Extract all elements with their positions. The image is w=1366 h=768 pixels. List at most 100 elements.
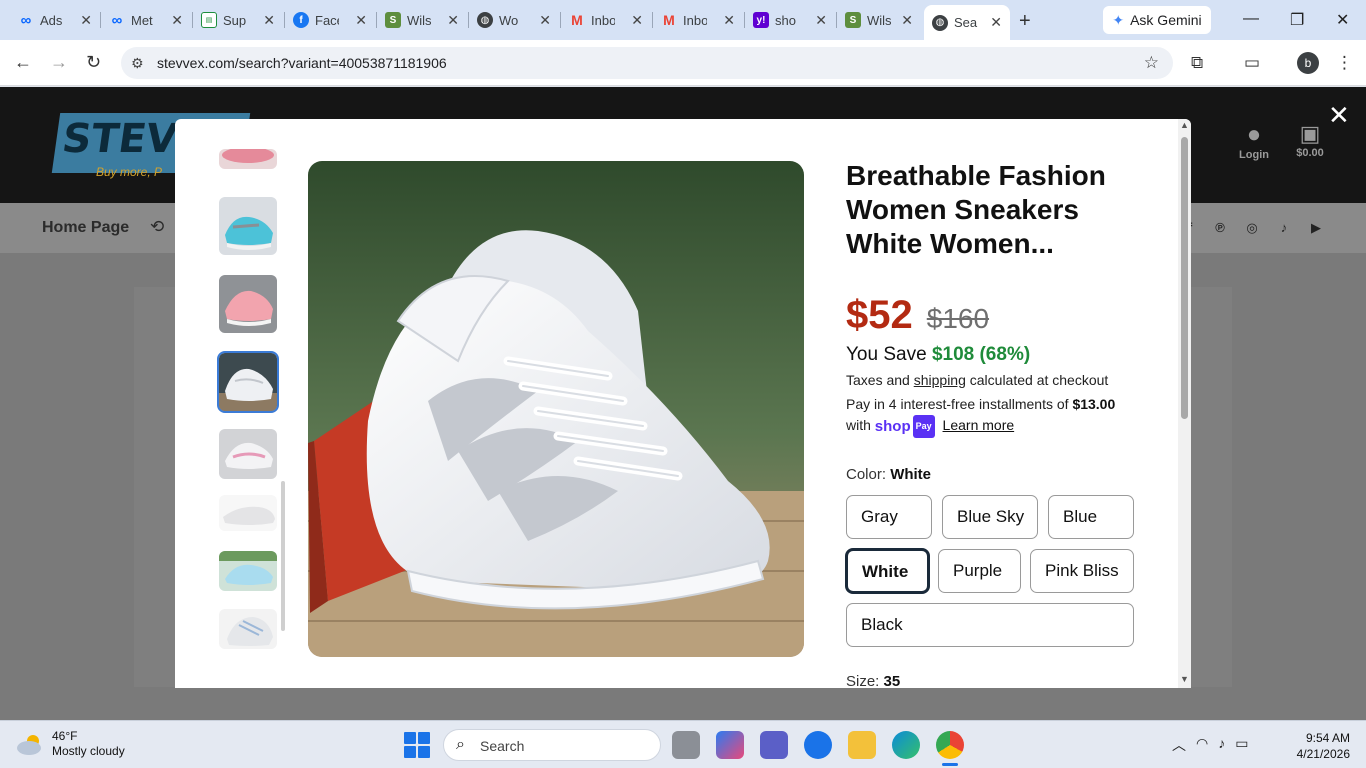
gemini-sparkle-icon: ✦	[1112, 11, 1125, 28]
browser-tab-active[interactable]: ◍ Sea ✕	[924, 5, 1010, 40]
main-product-image[interactable]	[308, 161, 804, 657]
site-info-icon[interactable]: ⚙	[131, 55, 144, 72]
thumbnail-image[interactable]	[219, 275, 277, 333]
color-option-blue[interactable]: Blue	[1048, 495, 1134, 539]
minimize-icon[interactable]: —	[1243, 10, 1259, 28]
login-link[interactable]: ● Login	[1232, 121, 1276, 161]
close-tab-icon[interactable]: ✕	[171, 12, 183, 29]
nav-home-link[interactable]: Home Page	[42, 219, 129, 237]
close-tab-icon[interactable]: ✕	[80, 12, 92, 29]
history-icon[interactable]: ⟲	[150, 217, 164, 237]
tab-title: Wils	[867, 12, 891, 28]
browser-tab[interactable]: S Wils ✕	[377, 6, 467, 34]
color-label-text: Color:	[846, 466, 887, 483]
shopify-icon: S	[385, 12, 401, 28]
close-tab-icon[interactable]: ✕	[263, 12, 275, 29]
browser-tab[interactable]: ∞ Met ✕	[101, 6, 191, 34]
close-tab-icon[interactable]: ✕	[990, 14, 1002, 31]
lightblue-sneaker-thumb	[219, 551, 277, 591]
weather-desc: Mostly cloudy	[52, 744, 125, 758]
task-view-icon[interactable]	[672, 731, 700, 759]
installment-with: with	[846, 417, 871, 434]
bookmark-star-icon[interactable]: ☆	[1144, 53, 1159, 73]
copilot-icon[interactable]	[716, 731, 744, 759]
color-selected-value: White	[890, 466, 932, 483]
product-title: Breathable Fashion Women Sneakers White …	[846, 160, 1106, 259]
extensions-icon[interactable]: ⧉	[1191, 53, 1203, 73]
close-window-icon[interactable]: ✕	[1336, 10, 1349, 30]
cart-bag-icon: ▣	[1299, 121, 1321, 146]
close-tab-icon[interactable]: ✕	[631, 12, 643, 29]
chrome-icon[interactable]	[936, 731, 964, 766]
thumbnail-scrollbar[interactable]	[281, 481, 285, 631]
close-tab-icon[interactable]: ✕	[447, 12, 459, 29]
back-icon[interactable]: ←	[14, 52, 32, 73]
color-option-white[interactable]: White	[846, 549, 929, 593]
color-option-gray[interactable]: Gray	[846, 495, 932, 539]
weather-widget[interactable]: 46°F Mostly cloudy	[16, 729, 125, 759]
close-modal-icon[interactable]: ✕	[1328, 100, 1350, 131]
tiktok-icon[interactable]: ♪	[1274, 218, 1294, 238]
thumbnail-image[interactable]	[219, 609, 277, 649]
thumbnail-image[interactable]	[219, 149, 277, 169]
browser-tab[interactable]: y! sho ✕	[745, 6, 835, 34]
browser-tab[interactable]: f Face ✕	[285, 6, 375, 34]
pinterest-icon[interactable]: ℗	[1210, 218, 1230, 238]
taskbar-clock[interactable]: 9:54 AM 4/21/2026	[1290, 730, 1350, 762]
thumbnail-image[interactable]	[219, 197, 277, 255]
size-label-text: Size:	[846, 673, 880, 688]
cart-link[interactable]: ▣ $0.00	[1290, 121, 1330, 159]
new-tab-icon[interactable]: +	[1019, 10, 1031, 33]
battery-icon[interactable]: ▭	[1235, 735, 1248, 755]
close-tab-icon[interactable]: ✕	[539, 12, 551, 29]
close-tab-icon[interactable]: ✕	[723, 12, 735, 29]
color-option-pink-bliss[interactable]: Pink Bliss	[1030, 549, 1134, 593]
modal-scrollbar[interactable]: ▲ ▼	[1178, 119, 1191, 688]
savings-amount: $108 (68%)	[931, 344, 1031, 365]
forward-icon[interactable]: →	[50, 52, 68, 73]
thumbnail-image-selected[interactable]	[217, 351, 279, 413]
white-sole-thumb	[219, 495, 277, 531]
browser-tab[interactable]: S Wils ✕	[837, 6, 921, 34]
browser-tab[interactable]: M Inbo ✕	[653, 6, 743, 34]
thumbnail-image[interactable]	[219, 429, 277, 479]
teams-icon[interactable]	[760, 731, 788, 759]
close-tab-icon[interactable]: ✕	[901, 12, 913, 29]
learn-more-link[interactable]: Learn more	[943, 417, 1015, 433]
file-explorer-icon[interactable]	[848, 731, 876, 759]
instagram-icon[interactable]: ◎	[1242, 218, 1262, 238]
thumbnail-image[interactable]	[219, 551, 277, 591]
youtube-icon[interactable]: ▶	[1306, 218, 1326, 238]
help-icon[interactable]	[804, 731, 832, 759]
address-bar[interactable]: ⚙ stevvex.com/search?variant=40053871181…	[121, 47, 1173, 79]
tab-search-icon[interactable]: ▭	[1244, 53, 1260, 73]
volume-icon[interactable]: ♪	[1218, 735, 1225, 755]
chevron-up-icon[interactable]: ︿	[1172, 735, 1186, 755]
color-option-blue-sky[interactable]: Blue Sky	[942, 495, 1038, 539]
gmail-icon: M	[571, 12, 583, 28]
pink-sneaker-thumb	[219, 149, 277, 169]
close-tab-icon[interactable]: ✕	[815, 12, 827, 29]
login-label: Login	[1239, 149, 1269, 161]
scroll-up-arrow-icon[interactable]: ▲	[1180, 120, 1189, 130]
browser-tab[interactable]: ∞ Ads ✕	[10, 6, 100, 34]
browser-tab[interactable]: ▤ Sup ✕	[193, 6, 283, 34]
restore-icon[interactable]: ❐	[1290, 10, 1304, 30]
profile-avatar[interactable]: b	[1297, 52, 1319, 74]
taskbar-search[interactable]: ⌕ Search	[443, 729, 661, 761]
shipping-link[interactable]: shipping	[914, 372, 966, 388]
start-button[interactable]	[404, 732, 430, 758]
browser-tab[interactable]: ◍ Wo ✕	[469, 6, 559, 34]
color-option-purple[interactable]: Purple	[938, 549, 1021, 593]
ask-gemini-button[interactable]: ✦ Ask Gemini	[1103, 6, 1211, 34]
menu-kebab-icon[interactable]: ⋮	[1336, 53, 1353, 73]
color-option-black[interactable]: Black	[846, 603, 1134, 647]
scroll-down-arrow-icon[interactable]: ▼	[1180, 674, 1189, 684]
scrollbar-thumb[interactable]	[1181, 137, 1188, 419]
close-tab-icon[interactable]: ✕	[355, 12, 367, 29]
thumbnail-image[interactable]	[219, 495, 277, 531]
reload-icon[interactable]: ↻	[86, 52, 101, 73]
edge-icon[interactable]	[892, 731, 920, 759]
wifi-icon[interactable]: ◠	[1196, 735, 1208, 755]
browser-tab[interactable]: M Inbo ✕	[561, 6, 651, 34]
